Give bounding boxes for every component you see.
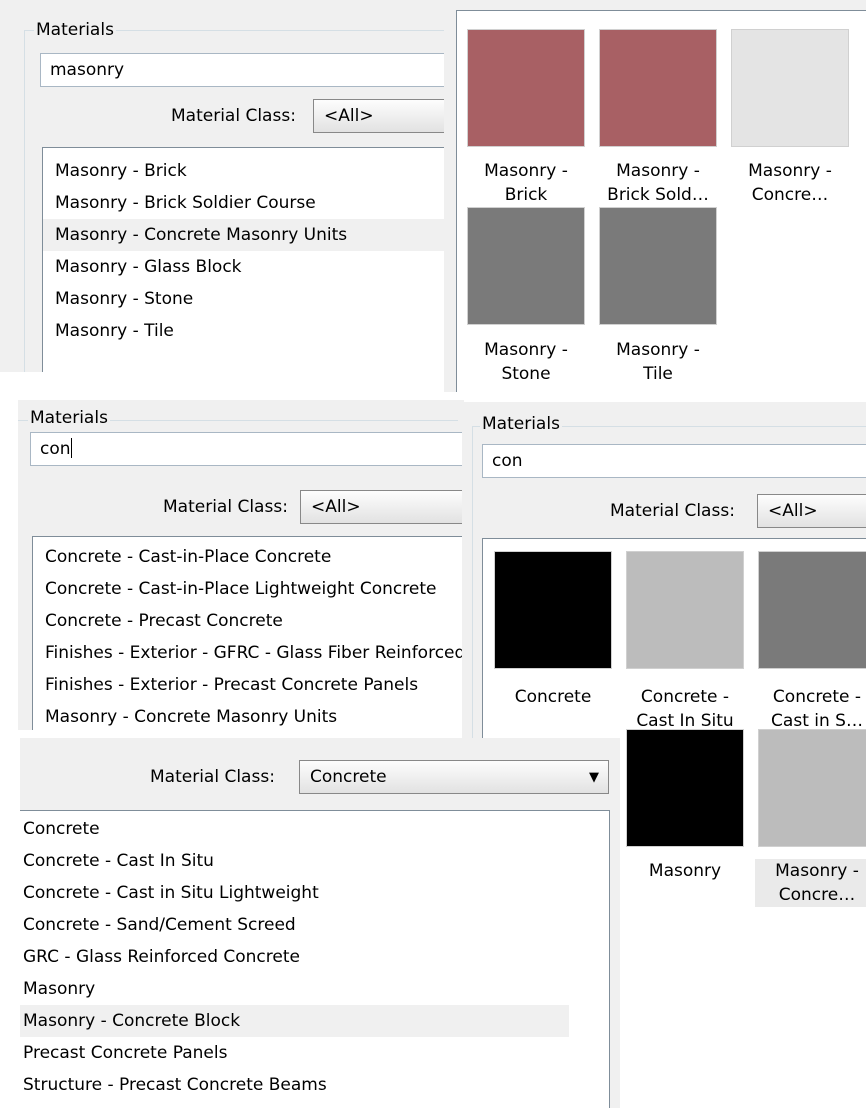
list-item[interactable]: Finishes - Exterior - Precast Concrete P…: [33, 669, 464, 701]
material-swatch: [758, 551, 866, 669]
group-label: Materials: [28, 408, 110, 428]
tile-caption: Stone: [501, 364, 551, 384]
material-swatch: [467, 207, 585, 325]
tile-caption: Concrete -: [772, 687, 862, 707]
material-class-value: <All>: [311, 497, 361, 517]
material-swatch: [599, 207, 717, 325]
list-item[interactable]: Masonry - Brick Soldier Course: [43, 187, 450, 219]
material-swatch: [494, 551, 612, 669]
list-item[interactable]: Masonry - Brick: [43, 155, 450, 187]
list-item[interactable]: Concrete - Cast-in-Place Concrete: [33, 541, 464, 573]
materials-panel-concrete-class: Material Class: Concrete ▼ Concrete Conc…: [20, 738, 620, 1108]
list-item[interactable]: Concrete - Cast in Situ Lightweight: [20, 877, 609, 909]
materials-list[interactable]: Masonry - Brick Masonry - Brick Soldier …: [42, 147, 450, 372]
list-item[interactable]: Concrete - Cast In Situ: [20, 845, 609, 877]
tile-caption: Brick Sold…: [607, 185, 709, 205]
material-swatch: [626, 551, 744, 669]
material-class-value: Concrete: [310, 767, 387, 787]
tile-caption: Masonry: [648, 861, 722, 881]
materials-panel-masonry-list: Materials masonry Material Class: <All> …: [0, 0, 450, 372]
tile-caption: Masonry -: [616, 161, 700, 181]
search-value: con: [40, 439, 71, 459]
material-swatch: [758, 729, 866, 847]
tile-caption: Concre…: [755, 883, 866, 907]
material-swatch: [626, 729, 744, 847]
tile-caption: Masonry -: [484, 340, 568, 360]
list-item[interactable]: Concrete: [20, 813, 609, 845]
tile-caption: Concre…: [751, 185, 829, 205]
tile-caption: Brick: [504, 185, 548, 205]
material-class-label: Material Class:: [163, 497, 288, 517]
material-swatch: [467, 29, 585, 147]
list-item[interactable]: Concrete - Sand/Cement Screed: [20, 909, 609, 941]
material-class-dropdown[interactable]: <All>: [313, 99, 450, 133]
tile-caption: Concrete -: [640, 687, 730, 707]
tile-caption: Concrete: [514, 687, 592, 707]
search-input[interactable]: con: [482, 444, 866, 478]
list-item[interactable]: Precast Concrete Panels: [20, 1037, 609, 1069]
material-class-dropdown[interactable]: Concrete ▼: [299, 760, 609, 794]
tile-caption: Masonry -: [616, 340, 700, 360]
tile-caption: Masonry -: [755, 859, 866, 883]
list-item[interactable]: Structure - Precast Concrete Beams: [20, 1069, 609, 1101]
list-item[interactable]: Masonry: [20, 973, 609, 1005]
list-item[interactable]: Concrete - Cast-in-Place Lightweight Con…: [33, 573, 464, 605]
group-label: Materials: [34, 20, 116, 40]
material-class-label: Material Class:: [610, 501, 735, 521]
tile-caption: Masonry -: [748, 161, 832, 181]
material-class-label: Material Class:: [150, 767, 275, 787]
material-class-dropdown[interactable]: <All>: [300, 490, 464, 524]
materials-panel-con-list: Materials con Material Class: <All> Conc…: [18, 400, 464, 730]
thumbnail-view[interactable]: Masonry - Brick Masonry - Brick Sold… Ma…: [456, 10, 866, 392]
material-swatch: [731, 29, 849, 147]
materials-panel-masonry-thumbnails: Masonry - Brick Masonry - Brick Sold… Ma…: [444, 0, 866, 392]
list-item[interactable]: Masonry - Concrete Masonry Units: [33, 701, 464, 730]
list-item[interactable]: GRC - Glass Reinforced Concrete: [20, 941, 609, 973]
material-swatch: [599, 29, 717, 147]
materials-list[interactable]: Concrete - Cast-in-Place Concrete Concre…: [32, 536, 464, 730]
search-input[interactable]: masonry: [40, 53, 450, 87]
list-item[interactable]: Masonry - Tile: [43, 315, 450, 347]
tile-caption: Tile: [643, 364, 673, 384]
search-input[interactable]: con: [30, 432, 464, 466]
material-class-value: <All>: [768, 501, 818, 521]
list-item[interactable]: Masonry - Stone: [43, 283, 450, 315]
dropdown-arrow-icon[interactable]: ▼: [589, 767, 599, 789]
group-label: Materials: [480, 414, 562, 434]
material-class-dropdown[interactable]: <All>: [757, 494, 866, 528]
tile-caption: Masonry -: [484, 161, 568, 181]
material-class-value: <All>: [324, 106, 374, 126]
group-border: [24, 30, 25, 372]
list-item[interactable]: Finishes - Exterior - GFRC - Glass Fiber…: [33, 637, 464, 669]
materials-list[interactable]: Concrete Concrete - Cast In Situ Concret…: [20, 810, 610, 1108]
list-item-selected[interactable]: Masonry - Concrete Block: [20, 1005, 569, 1037]
list-item-selected[interactable]: Masonry - Concrete Masonry Units: [43, 219, 450, 251]
list-item[interactable]: Concrete - Precast Concrete: [33, 605, 464, 637]
material-class-label: Material Class:: [171, 106, 296, 126]
list-item[interactable]: Masonry - Glass Block: [43, 251, 450, 283]
text-caret: [70, 438, 72, 458]
